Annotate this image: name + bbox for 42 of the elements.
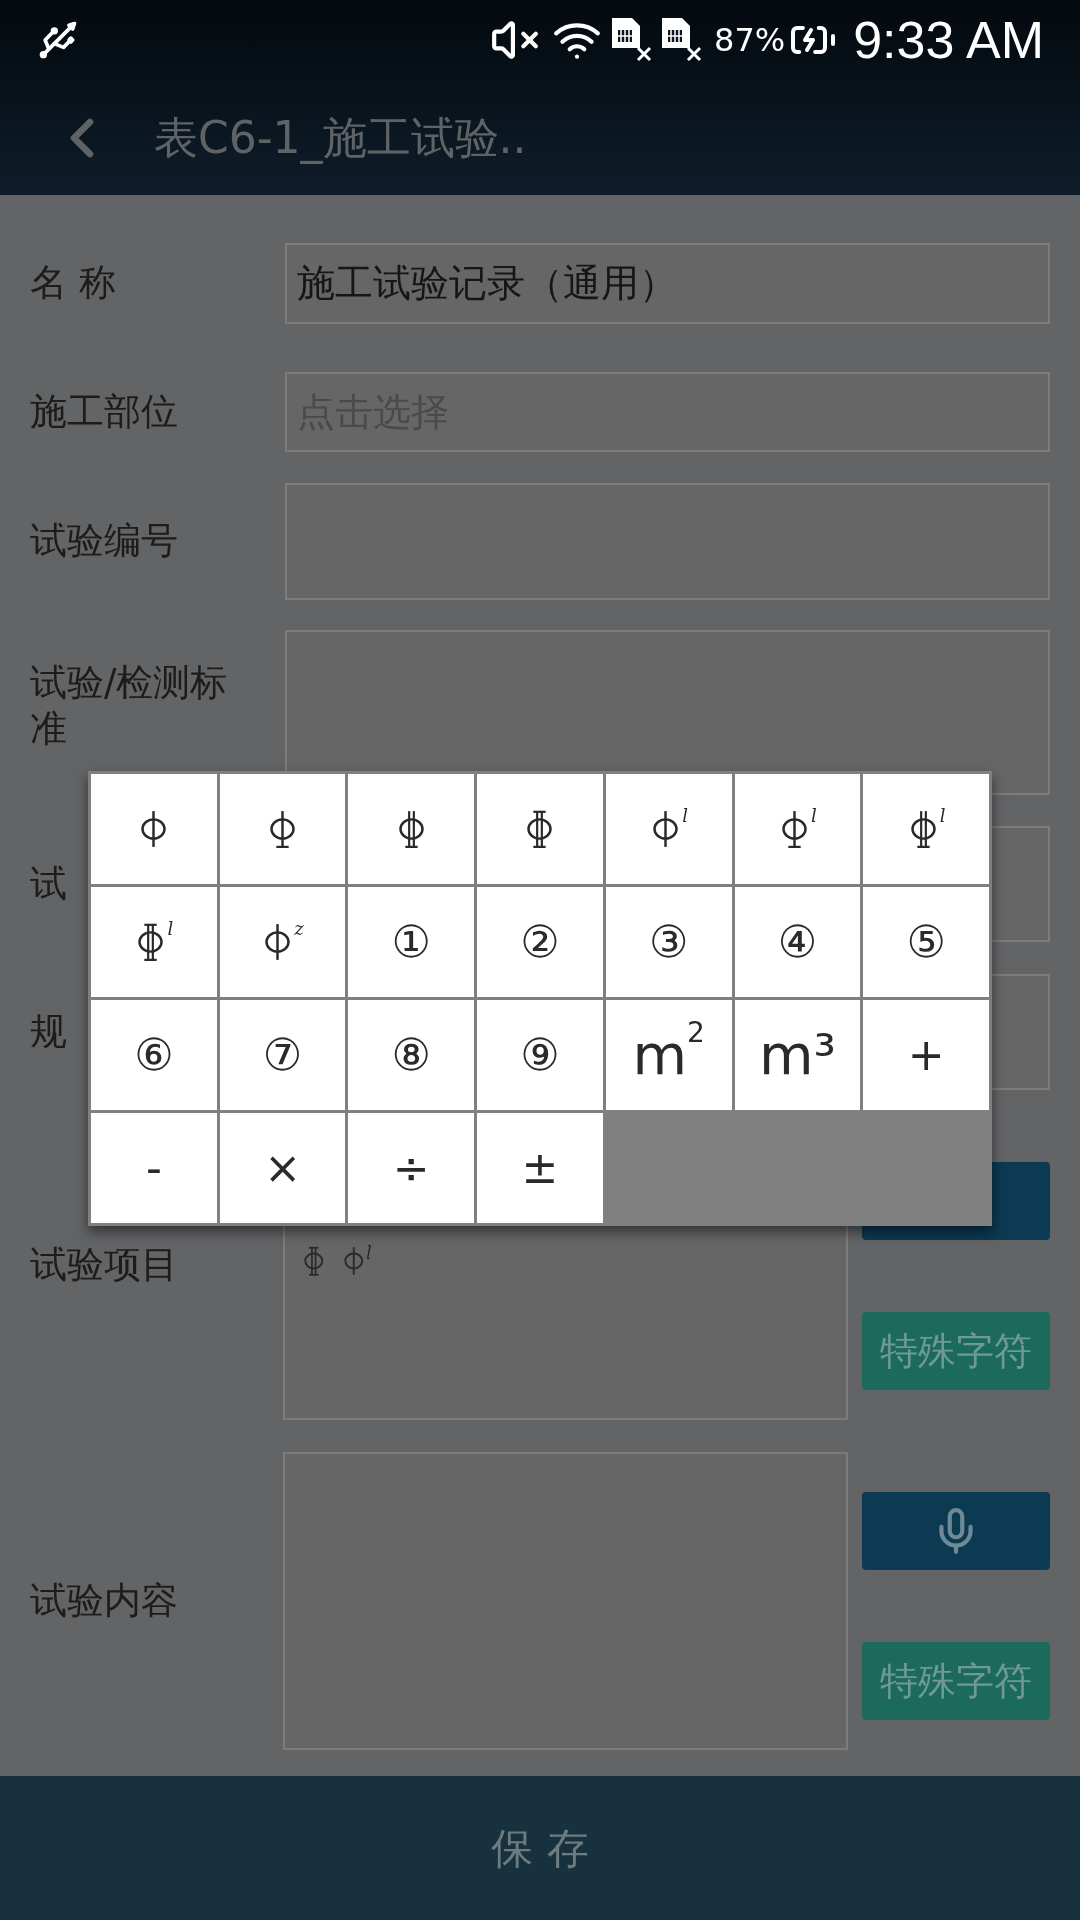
symbol-key[interactable]: ⑦ [219,1000,346,1110]
superscript: l [366,1244,372,1262]
symbol-key[interactable]: × [219,1113,346,1223]
superscript: l [939,807,946,825]
symbol-key[interactable]: z [219,887,346,997]
symbol-key[interactable]: ÷ [348,1113,475,1223]
clock-time: 9:33 AM [853,10,1044,71]
symbol-key[interactable] [477,774,603,884]
battery-percentage: 87% [714,20,786,61]
symbol-key[interactable]: l [734,774,861,884]
symbol-key[interactable]: ① [348,887,475,997]
field-label: 名 称 [30,260,116,307]
field-label: 试验内容 [30,1578,178,1625]
page-title: 表C6-1_施工试验.. [154,110,527,166]
field-label: 试验项目 [30,1242,178,1288]
field-label: 施工部位 [30,388,178,435]
symbol-key[interactable]: m³ [734,1000,861,1110]
symbol-key[interactable]: ④ [734,887,861,997]
superscript: l [811,807,817,825]
symbol-key[interactable]: l [863,774,989,884]
field-label: 规 [30,1008,67,1055]
field-label: 试 [30,860,67,907]
symbol-key[interactable]: + [863,1000,989,1110]
symbol-key[interactable]: ② [477,887,603,997]
symbol-key[interactable]: ⑥ [91,1000,217,1110]
symbol-key[interactable]: ⑨ [477,1000,603,1110]
superscript: z [294,920,304,938]
superscript: l [167,920,174,938]
superscript: l [682,807,689,825]
symbol-key[interactable]: ⑧ [348,1000,475,1110]
symbol-key[interactable]: l [91,887,217,997]
symbol-key[interactable] [219,774,346,884]
field-label: 试验/检测标准 [30,660,229,753]
voice-input-button[interactable] [862,1492,1050,1570]
symbol-key[interactable]: ± [477,1113,603,1223]
symbol-key[interactable]: - [91,1113,217,1223]
field-label: 试验编号 [30,518,178,565]
text-field[interactable] [285,483,1050,600]
symbol-key[interactable]: ③ [605,887,732,997]
symbol-key[interactable]: ⑤ [863,887,989,997]
symbol-key[interactable] [348,774,475,884]
symbol-key[interactable]: l [605,774,732,884]
